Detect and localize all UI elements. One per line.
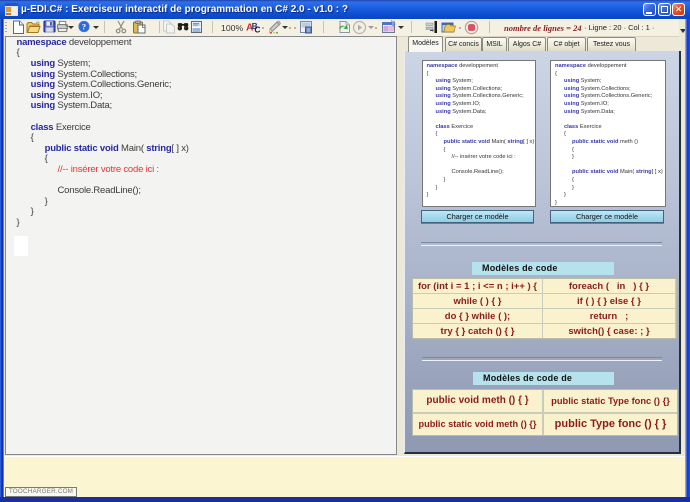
svg-text:?: ? (82, 22, 86, 32)
svg-text:C: C (254, 25, 260, 34)
